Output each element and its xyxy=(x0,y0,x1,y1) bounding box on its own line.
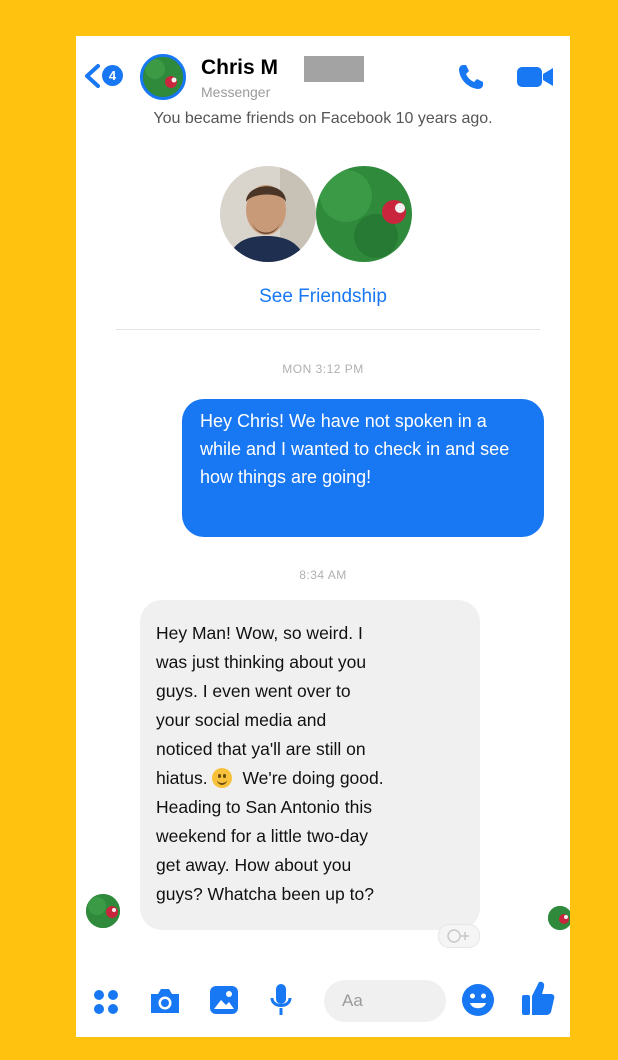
friend-photo-avatar xyxy=(316,166,412,262)
message-timestamp: 8:34 AM xyxy=(299,568,347,582)
message-line: weekend for a little two-day xyxy=(156,826,369,846)
slightly-smiling-face-icon xyxy=(211,768,232,788)
four-dots-icon[interactable] xyxy=(92,988,120,1016)
outgoing-message-bubble[interactable]: Hey Chris! We have not spoken in a while… xyxy=(182,399,544,537)
message-line: was just thinking about you xyxy=(156,652,367,672)
sender-avatar[interactable] xyxy=(86,894,120,928)
name-redaction xyxy=(304,56,364,82)
friend-photo-avatar xyxy=(220,166,316,262)
read-receipt-avatar xyxy=(548,906,570,930)
message-line: Heading to San Antonio this xyxy=(156,797,372,817)
camera-icon[interactable] xyxy=(148,986,182,1016)
incoming-message-bubble[interactable]: Hey Man! Wow, so weird. I was just think… xyxy=(140,600,480,930)
message-fragment: We're doing good. xyxy=(242,768,384,788)
phone-icon[interactable] xyxy=(456,62,486,92)
message-line: get away. How about you xyxy=(156,855,352,875)
back-button[interactable]: 4 xyxy=(82,62,126,90)
message-line: your social media and xyxy=(156,710,327,730)
microphone-icon[interactable] xyxy=(270,982,292,1018)
image-icon[interactable] xyxy=(208,984,240,1016)
message-line: guys. I even went over to xyxy=(156,681,351,701)
chevron-left-icon xyxy=(85,64,100,88)
contact-name[interactable]: Chris M xyxy=(201,56,278,80)
message-fragment: hiatus. xyxy=(156,768,208,788)
message-text: Hey Chris! We have not spoken in a while… xyxy=(200,411,510,487)
smiley-icon[interactable] xyxy=(460,982,496,1018)
video-camera-icon[interactable] xyxy=(516,64,554,90)
contact-avatar[interactable] xyxy=(140,54,186,100)
thumbs-up-icon[interactable] xyxy=(520,978,556,1018)
message-input[interactable]: Aa xyxy=(324,980,446,1022)
message-line: Hey Man! Wow, so weird. I xyxy=(156,623,363,643)
message-line-with-emoji: hiatus. We're doing good. xyxy=(156,764,468,793)
message-timestamp: MON 3:12 PM xyxy=(282,362,364,376)
message-line: noticed that ya'll are still on xyxy=(156,739,366,759)
message-composer: Aa xyxy=(76,966,570,1037)
contact-subtitle: Messenger xyxy=(201,84,271,100)
friends-note: You became friends on Facebook 10 years … xyxy=(153,110,493,127)
see-friendship-link[interactable]: See Friendship xyxy=(76,286,570,308)
unread-count-badge: 4 xyxy=(102,65,123,86)
add-reaction-button[interactable] xyxy=(438,924,480,948)
divider xyxy=(116,329,540,330)
chat-header: 4 Chris M Messenger xyxy=(76,36,570,110)
messenger-screen: 4 Chris M Messenger You became friends o… xyxy=(76,36,570,1037)
message-line: guys? Whatcha been up to? xyxy=(156,884,374,904)
